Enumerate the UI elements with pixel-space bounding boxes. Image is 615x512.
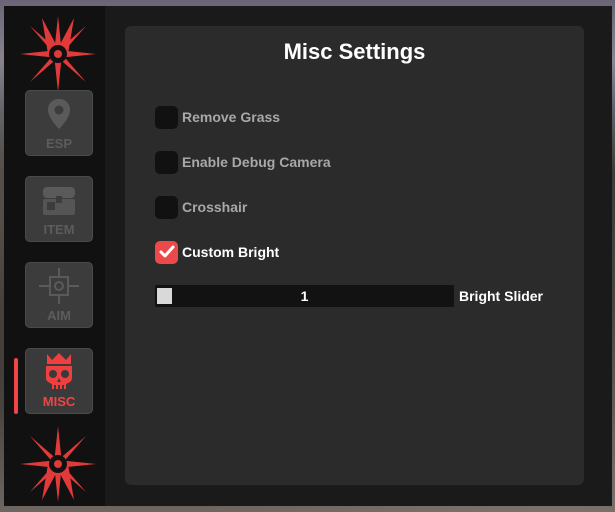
custom-bright-label: Custom Bright xyxy=(182,244,280,260)
bright-slider-row: 1 Bright Slider xyxy=(155,285,543,307)
option-crosshair: Crosshair xyxy=(155,195,247,219)
spiked-burst-logo-icon xyxy=(20,16,96,92)
enable-debug-camera-checkbox[interactable] xyxy=(155,150,178,174)
checkmark-icon xyxy=(159,245,174,258)
tab-esp[interactable]: ESP xyxy=(25,90,93,156)
page-title: Misc Settings xyxy=(283,39,426,64)
crowned-skull-icon xyxy=(25,352,93,392)
remove-grass-checkbox[interactable] xyxy=(155,105,178,129)
option-custom-bright: Custom Bright xyxy=(155,240,279,264)
chest-icon xyxy=(25,180,93,220)
tab-item[interactable]: ITEM xyxy=(25,176,93,242)
active-tab-indicator xyxy=(14,358,18,414)
custom-bright-checkbox[interactable] xyxy=(155,240,178,264)
tab-misc[interactable]: MISC xyxy=(25,348,93,414)
crosshair-target-icon xyxy=(25,266,93,306)
tab-aim[interactable]: AIM xyxy=(25,262,93,328)
settings-panel: Misc Settings Remove Grass Enable Debug … xyxy=(125,26,584,485)
tab-misc-label: MISC xyxy=(42,394,76,409)
tab-aim-label: AIM xyxy=(47,308,71,323)
tab-item-label: ITEM xyxy=(43,222,75,237)
option-remove-grass: Remove Grass xyxy=(155,105,280,129)
crosshair-checkbox[interactable] xyxy=(155,195,178,219)
bright-slider-label: Bright Slider xyxy=(459,288,544,304)
tab-esp-label: ESP xyxy=(45,136,72,151)
option-enable-debug-camera: Enable Debug Camera xyxy=(155,150,331,174)
enable-debug-camera-label: Enable Debug Camera xyxy=(182,154,331,170)
sidebar: ESP ITEM AIM MISC xyxy=(4,6,105,506)
spiked-burst-logo-icon xyxy=(20,426,96,502)
remove-grass-label: Remove Grass xyxy=(182,109,281,125)
crosshair-label: Crosshair xyxy=(182,199,248,215)
bright-slider[interactable]: 1 xyxy=(155,285,454,307)
map-pin-icon xyxy=(25,94,93,134)
slider-value: 1 xyxy=(300,288,309,304)
